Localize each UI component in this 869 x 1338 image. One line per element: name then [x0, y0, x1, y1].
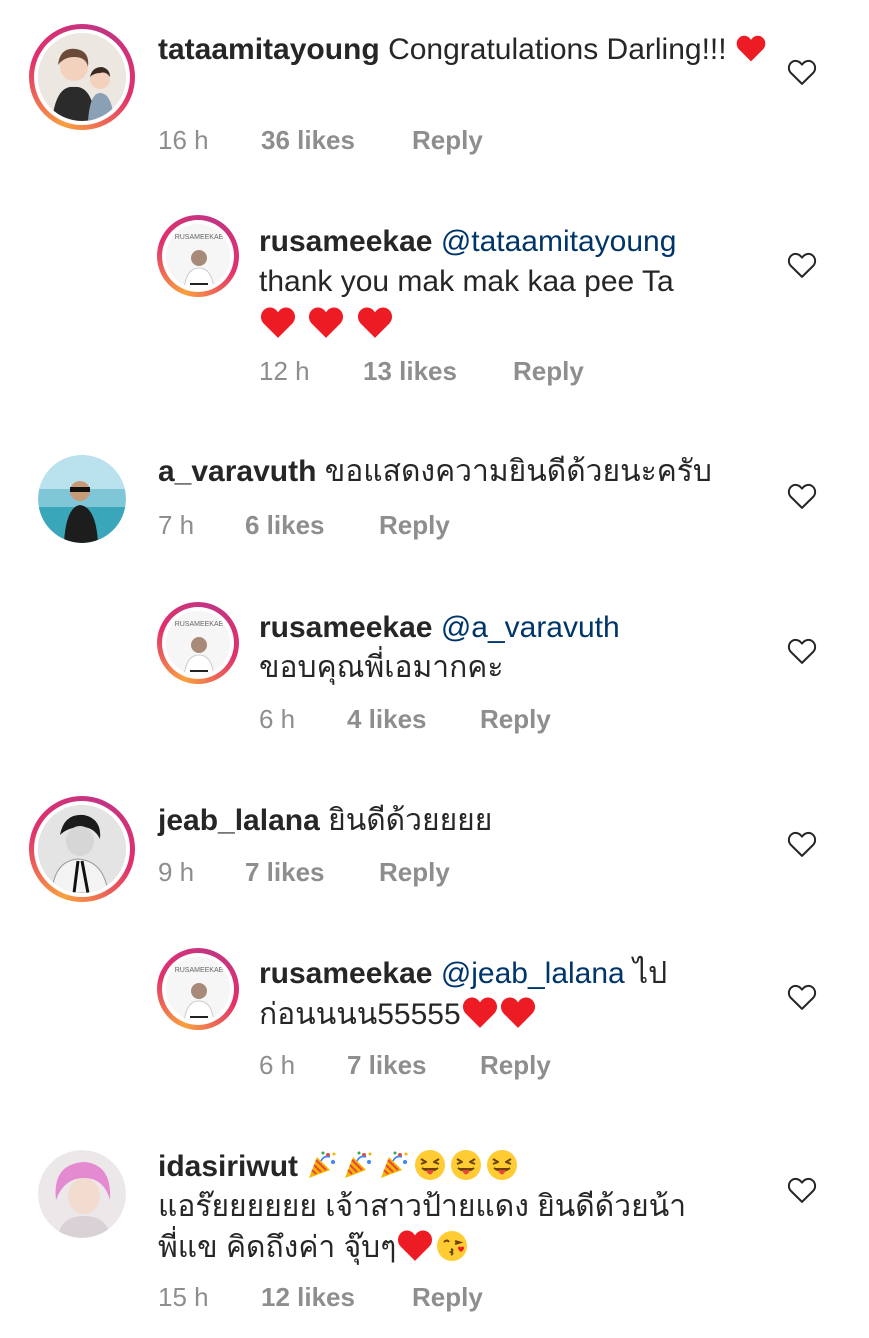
tongue-out-face-icon	[414, 1149, 446, 1181]
red-heart-icon	[735, 32, 767, 64]
comment-meta: 12 h 13 likes Reply	[259, 356, 659, 388]
like-heart-icon[interactable]	[787, 251, 817, 279]
likes-count[interactable]: 7 likes	[347, 1050, 427, 1081]
comment-username[interactable]: jeab_lalana	[158, 804, 320, 837]
comment-text: thank you mak mak kaa pee Ta	[259, 265, 674, 298]
reply-button[interactable]: Reply	[412, 125, 483, 156]
reply-button[interactable]: Reply	[412, 1282, 483, 1313]
comment-time: 9 h	[158, 857, 195, 887]
comment-meta: 7 h 6 likes Reply	[158, 510, 558, 542]
comment-meta: 15 h 12 likes Reply	[158, 1282, 558, 1314]
kissing-face-icon	[436, 1230, 468, 1262]
avatar-brand-icon: RUSAMEEKAE	[166, 957, 230, 1021]
red-heart-icon	[461, 994, 499, 1030]
avatar[interactable]	[29, 796, 135, 902]
avatar[interactable]: RUSAMEEKAE	[157, 215, 239, 297]
mention-link[interactable]: @jeab_lalana	[441, 957, 625, 990]
avatar-photo-icon	[38, 455, 126, 543]
comment-time: 12 h	[259, 356, 310, 386]
comment-username[interactable]: a_varavuth	[158, 455, 316, 488]
comment-body: a_varavuth ขอแสดงความยินดีด้วยนะครับ	[158, 452, 778, 492]
avatar[interactable]: RUSAMEEKAE	[157, 602, 239, 684]
avatar[interactable]: RUSAMEEKAE	[157, 948, 239, 1030]
avatar-brand-icon: RUSAMEEKAE	[166, 611, 230, 675]
comment-time: 16 h	[158, 125, 209, 155]
comment-text: ขอบคุณพี่เอมากคะ	[259, 651, 504, 684]
comment-text: พี่แข คิดถึงค่า จุ๊บๆ	[158, 1231, 397, 1264]
comment-text: ไป	[633, 957, 668, 990]
party-popper-icon	[342, 1149, 374, 1181]
red-heart-icon	[499, 994, 537, 1030]
like-heart-icon[interactable]	[787, 637, 817, 665]
comment-body: idasiriwut แอร๊ยยยยยย เจ้าสาวป้ายแดง ยิน…	[158, 1147, 778, 1268]
likes-count[interactable]: 13 likes	[363, 356, 457, 387]
avatar-brand-icon: RUSAMEEKAE	[166, 224, 230, 288]
like-heart-icon[interactable]	[787, 983, 817, 1011]
comment-text: แอร๊ยยยยยย เจ้าสาวป้ายแดง ยินดีด้วยน้า	[158, 1190, 687, 1223]
avatar-label: RUSAMEEKAE	[175, 967, 224, 974]
comment-username[interactable]: rusameekae	[259, 225, 432, 258]
reply-button[interactable]: Reply	[379, 857, 450, 888]
like-heart-icon[interactable]	[787, 1176, 817, 1204]
comment-meta: 9 h 7 likes Reply	[158, 857, 558, 889]
party-popper-icon	[378, 1149, 410, 1181]
likes-count[interactable]: 4 likes	[347, 704, 427, 735]
avatar[interactable]	[38, 455, 126, 543]
comment-body: rusameekae @tataamitayoung thank you mak…	[259, 222, 759, 344]
mention-link[interactable]: @a_varavuth	[441, 611, 620, 644]
comment-username[interactable]: rusameekae	[259, 957, 432, 990]
likes-count[interactable]: 6 likes	[245, 510, 325, 541]
comment-text: ก่อนนนน55555	[259, 998, 461, 1031]
comment-username[interactable]: idasiriwut	[158, 1150, 298, 1183]
likes-count[interactable]: 12 likes	[261, 1282, 355, 1313]
reply-button[interactable]: Reply	[379, 510, 450, 541]
reply-button[interactable]: Reply	[513, 356, 584, 387]
avatar-cartoon-icon	[38, 33, 126, 121]
comment-time: 7 h	[158, 510, 195, 540]
comment-meta: 6 h 4 likes Reply	[259, 704, 659, 736]
comment-text: ขอแสดงความยินดีด้วยนะครับ	[324, 455, 712, 488]
party-popper-icon	[306, 1149, 338, 1181]
comment-meta: 6 h 7 likes Reply	[259, 1050, 659, 1082]
comment-body: tataamitayoung Congratulations Darling!!…	[158, 30, 778, 70]
comment-text: Congratulations Darling!!!	[388, 33, 727, 66]
comment-username[interactable]: tataamitayoung	[158, 33, 380, 66]
comment-text: ยินดีด้วยยยย	[328, 804, 493, 837]
comment-body: rusameekae @jeab_lalana ไป ก่อนนนน55555	[259, 954, 759, 1035]
red-heart-icon	[356, 304, 394, 340]
avatar-label: RUSAMEEKAE	[175, 234, 224, 241]
like-heart-icon[interactable]	[787, 482, 817, 510]
tongue-out-face-icon	[486, 1149, 518, 1181]
avatar-photo-icon	[38, 805, 126, 893]
likes-count[interactable]: 7 likes	[245, 857, 325, 888]
comment-meta: 16 h 36 likes Reply	[158, 125, 558, 157]
comment-time: 6 h	[259, 1050, 296, 1080]
avatar[interactable]	[38, 1150, 126, 1238]
mention-link[interactable]: @tataamitayoung	[441, 225, 677, 258]
red-heart-icon	[259, 304, 297, 340]
like-heart-icon[interactable]	[787, 58, 817, 86]
red-heart-icon	[307, 304, 345, 340]
reply-button[interactable]: Reply	[480, 704, 551, 735]
avatar-label: RUSAMEEKAE	[175, 621, 224, 628]
reply-button[interactable]: Reply	[480, 1050, 551, 1081]
comment-body: jeab_lalana ยินดีด้วยยยย	[158, 801, 778, 841]
red-heart-icon	[396, 1227, 434, 1263]
like-heart-icon[interactable]	[787, 830, 817, 858]
comment-time: 15 h	[158, 1282, 209, 1312]
avatar[interactable]	[29, 24, 135, 130]
tongue-out-face-icon	[450, 1149, 482, 1181]
comment-time: 6 h	[259, 704, 296, 734]
avatar-photo-icon	[38, 1150, 126, 1238]
likes-count[interactable]: 36 likes	[261, 125, 355, 156]
comment-username[interactable]: rusameekae	[259, 611, 432, 644]
comment-body: rusameekae @a_varavuth ขอบคุณพี่เอมากคะ	[259, 608, 759, 688]
